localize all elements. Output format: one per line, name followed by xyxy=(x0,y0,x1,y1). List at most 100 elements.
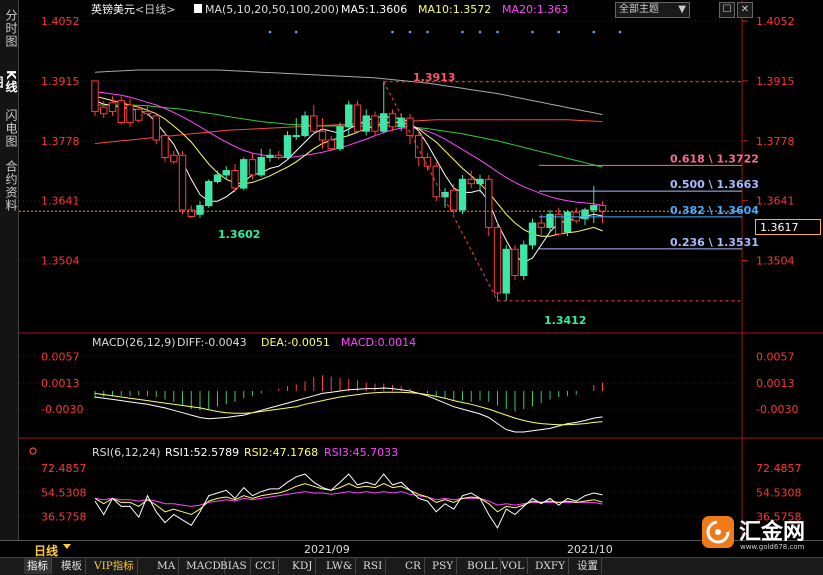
candle-body[interactable] xyxy=(406,117,414,137)
close-window-button[interactable]: ✕ xyxy=(737,2,753,18)
macd-label: MACD(26,12,9) xyxy=(92,336,176,349)
candle-body[interactable] xyxy=(126,104,134,123)
low2-annotation: 1.3412 xyxy=(544,314,586,327)
candle-body[interactable] xyxy=(248,159,257,176)
candle-body[interactable] xyxy=(380,113,388,132)
candle-body[interactable] xyxy=(240,159,248,189)
candle-body[interactable] xyxy=(275,154,283,158)
candle-body[interactable] xyxy=(143,111,152,115)
indicator-tab[interactable]: KDJ xyxy=(289,558,317,574)
candle-body[interactable] xyxy=(353,104,362,132)
candle-body[interactable] xyxy=(318,130,327,141)
candle-body[interactable] xyxy=(310,115,318,132)
signal-dot xyxy=(461,30,464,34)
fib-level-label: 0.236 \ 1.3531 xyxy=(670,236,759,249)
indicator-tab[interactable]: MA xyxy=(154,558,180,574)
macd-axis-label-right: 0.0013 xyxy=(756,377,795,390)
candle-body[interactable] xyxy=(336,126,344,150)
candle-body[interactable] xyxy=(485,178,493,228)
candle-body[interactable] xyxy=(283,135,292,158)
candle-body[interactable] xyxy=(196,205,204,215)
chevron-down-icon: ▼ xyxy=(678,4,686,15)
indicator-tab[interactable]: BOLL xyxy=(464,558,502,574)
signal-dot xyxy=(294,30,298,34)
candle-body[interactable] xyxy=(266,154,274,158)
macd-axis-label-left: -0.0030 xyxy=(41,403,83,416)
candle-body[interactable] xyxy=(135,108,143,121)
indicator-tab[interactable]: CR xyxy=(402,558,425,574)
candle-body[interactable] xyxy=(301,115,309,137)
chart-area[interactable]: 英镑美元<日线> MA(5,10,20,50,100,200) MA5:1.36… xyxy=(19,0,823,540)
tab-timeshare[interactable]: 分时图 xyxy=(0,4,18,52)
macd-value: MACD:0.0014 xyxy=(341,336,416,349)
candle-body[interactable] xyxy=(161,135,169,158)
candle-body[interactable] xyxy=(546,213,554,228)
signal-dot xyxy=(618,30,622,34)
rsi-axis-label-right: 72.4857 xyxy=(756,462,802,475)
tab-kline[interactable]: K线图 xyxy=(0,66,18,98)
candle-body[interactable] xyxy=(327,139,335,150)
candle-body[interactable] xyxy=(91,80,99,113)
candle-body[interactable] xyxy=(362,115,370,132)
indicator-tab[interactable]: CCI xyxy=(252,558,280,574)
candle-body[interactable] xyxy=(537,222,545,228)
indicator-tab[interactable]: VOL xyxy=(498,558,528,574)
high-annotation: 1.3913 xyxy=(413,71,455,84)
current-price-box: 1.3617 xyxy=(755,219,821,235)
symbol-title: 英镑美元<日线> xyxy=(91,2,175,16)
candle-body[interactable] xyxy=(590,205,598,211)
candle-body[interactable] xyxy=(117,100,125,123)
candle-body[interactable] xyxy=(231,170,239,189)
date-label: 2021/09 xyxy=(304,543,350,556)
candle-body[interactable] xyxy=(257,156,265,176)
candle-body[interactable] xyxy=(458,178,467,211)
candle-body[interactable] xyxy=(170,154,178,163)
candle-body[interactable] xyxy=(213,174,222,182)
date-label: 2021/10 xyxy=(567,543,613,556)
rsi-axis-label-left: 72.4857 xyxy=(41,462,87,475)
candle-body[interactable] xyxy=(371,115,379,132)
candle-body[interactable] xyxy=(415,135,423,158)
candle-body[interactable] xyxy=(178,154,187,211)
candle-body[interactable] xyxy=(432,165,440,198)
indicator-tab[interactable]: 指标 xyxy=(24,558,52,574)
price-axis-label-left: 1.3778 xyxy=(41,135,80,148)
indicator-tab[interactable]: 模板 xyxy=(58,558,86,574)
indicator-tab[interactable]: BIAS xyxy=(217,558,251,574)
indicator-tab[interactable]: DXFY xyxy=(532,558,570,574)
restore-window-button[interactable]: ☐ xyxy=(719,2,735,18)
signal-dot xyxy=(557,30,561,34)
candle-body[interactable] xyxy=(476,178,484,185)
candle-body[interactable] xyxy=(493,226,502,294)
candle-body[interactable] xyxy=(520,244,528,277)
indicator-tab[interactable]: LW& xyxy=(323,558,357,574)
theme-select[interactable]: 全部主题 ▼ xyxy=(615,2,690,18)
candle-body[interactable] xyxy=(388,113,397,128)
macd-axis-label-left: 0.0013 xyxy=(41,377,80,390)
candle-body[interactable] xyxy=(598,205,607,212)
candle-body[interactable] xyxy=(152,115,160,141)
candle-body[interactable] xyxy=(100,106,108,115)
candle-body[interactable] xyxy=(222,170,230,176)
price-axis-label-left: 1.3641 xyxy=(41,195,80,208)
candle-body[interactable] xyxy=(108,102,117,113)
indicator-tab[interactable]: 设置 xyxy=(574,558,602,574)
candle-body[interactable] xyxy=(292,135,300,138)
indicator-tab[interactable]: PSY xyxy=(429,558,458,574)
candle-body[interactable] xyxy=(502,248,510,294)
tab-contract-info[interactable]: 合约资料 xyxy=(0,156,18,216)
candle-body[interactable] xyxy=(450,189,458,211)
candle-body[interactable] xyxy=(467,178,475,185)
candle-body[interactable] xyxy=(205,180,213,207)
candle-body[interactable] xyxy=(563,211,572,233)
candle-body[interactable] xyxy=(511,248,519,277)
rsi1-value: RSI1:52.5789 xyxy=(165,446,239,459)
indicator-tab[interactable]: VIP指标 xyxy=(91,558,138,574)
price-axis-label-right: 1.3504 xyxy=(756,255,795,268)
tab-lightning[interactable]: 闪电图 xyxy=(0,104,18,152)
fib-level-label: 0.500 \ 1.3663 xyxy=(670,178,759,191)
candle-body[interactable] xyxy=(345,104,353,128)
dropdown-arrow-icon[interactable] xyxy=(63,544,71,549)
candle-body[interactable] xyxy=(528,222,537,246)
indicator-tab[interactable]: RSI xyxy=(360,558,387,574)
